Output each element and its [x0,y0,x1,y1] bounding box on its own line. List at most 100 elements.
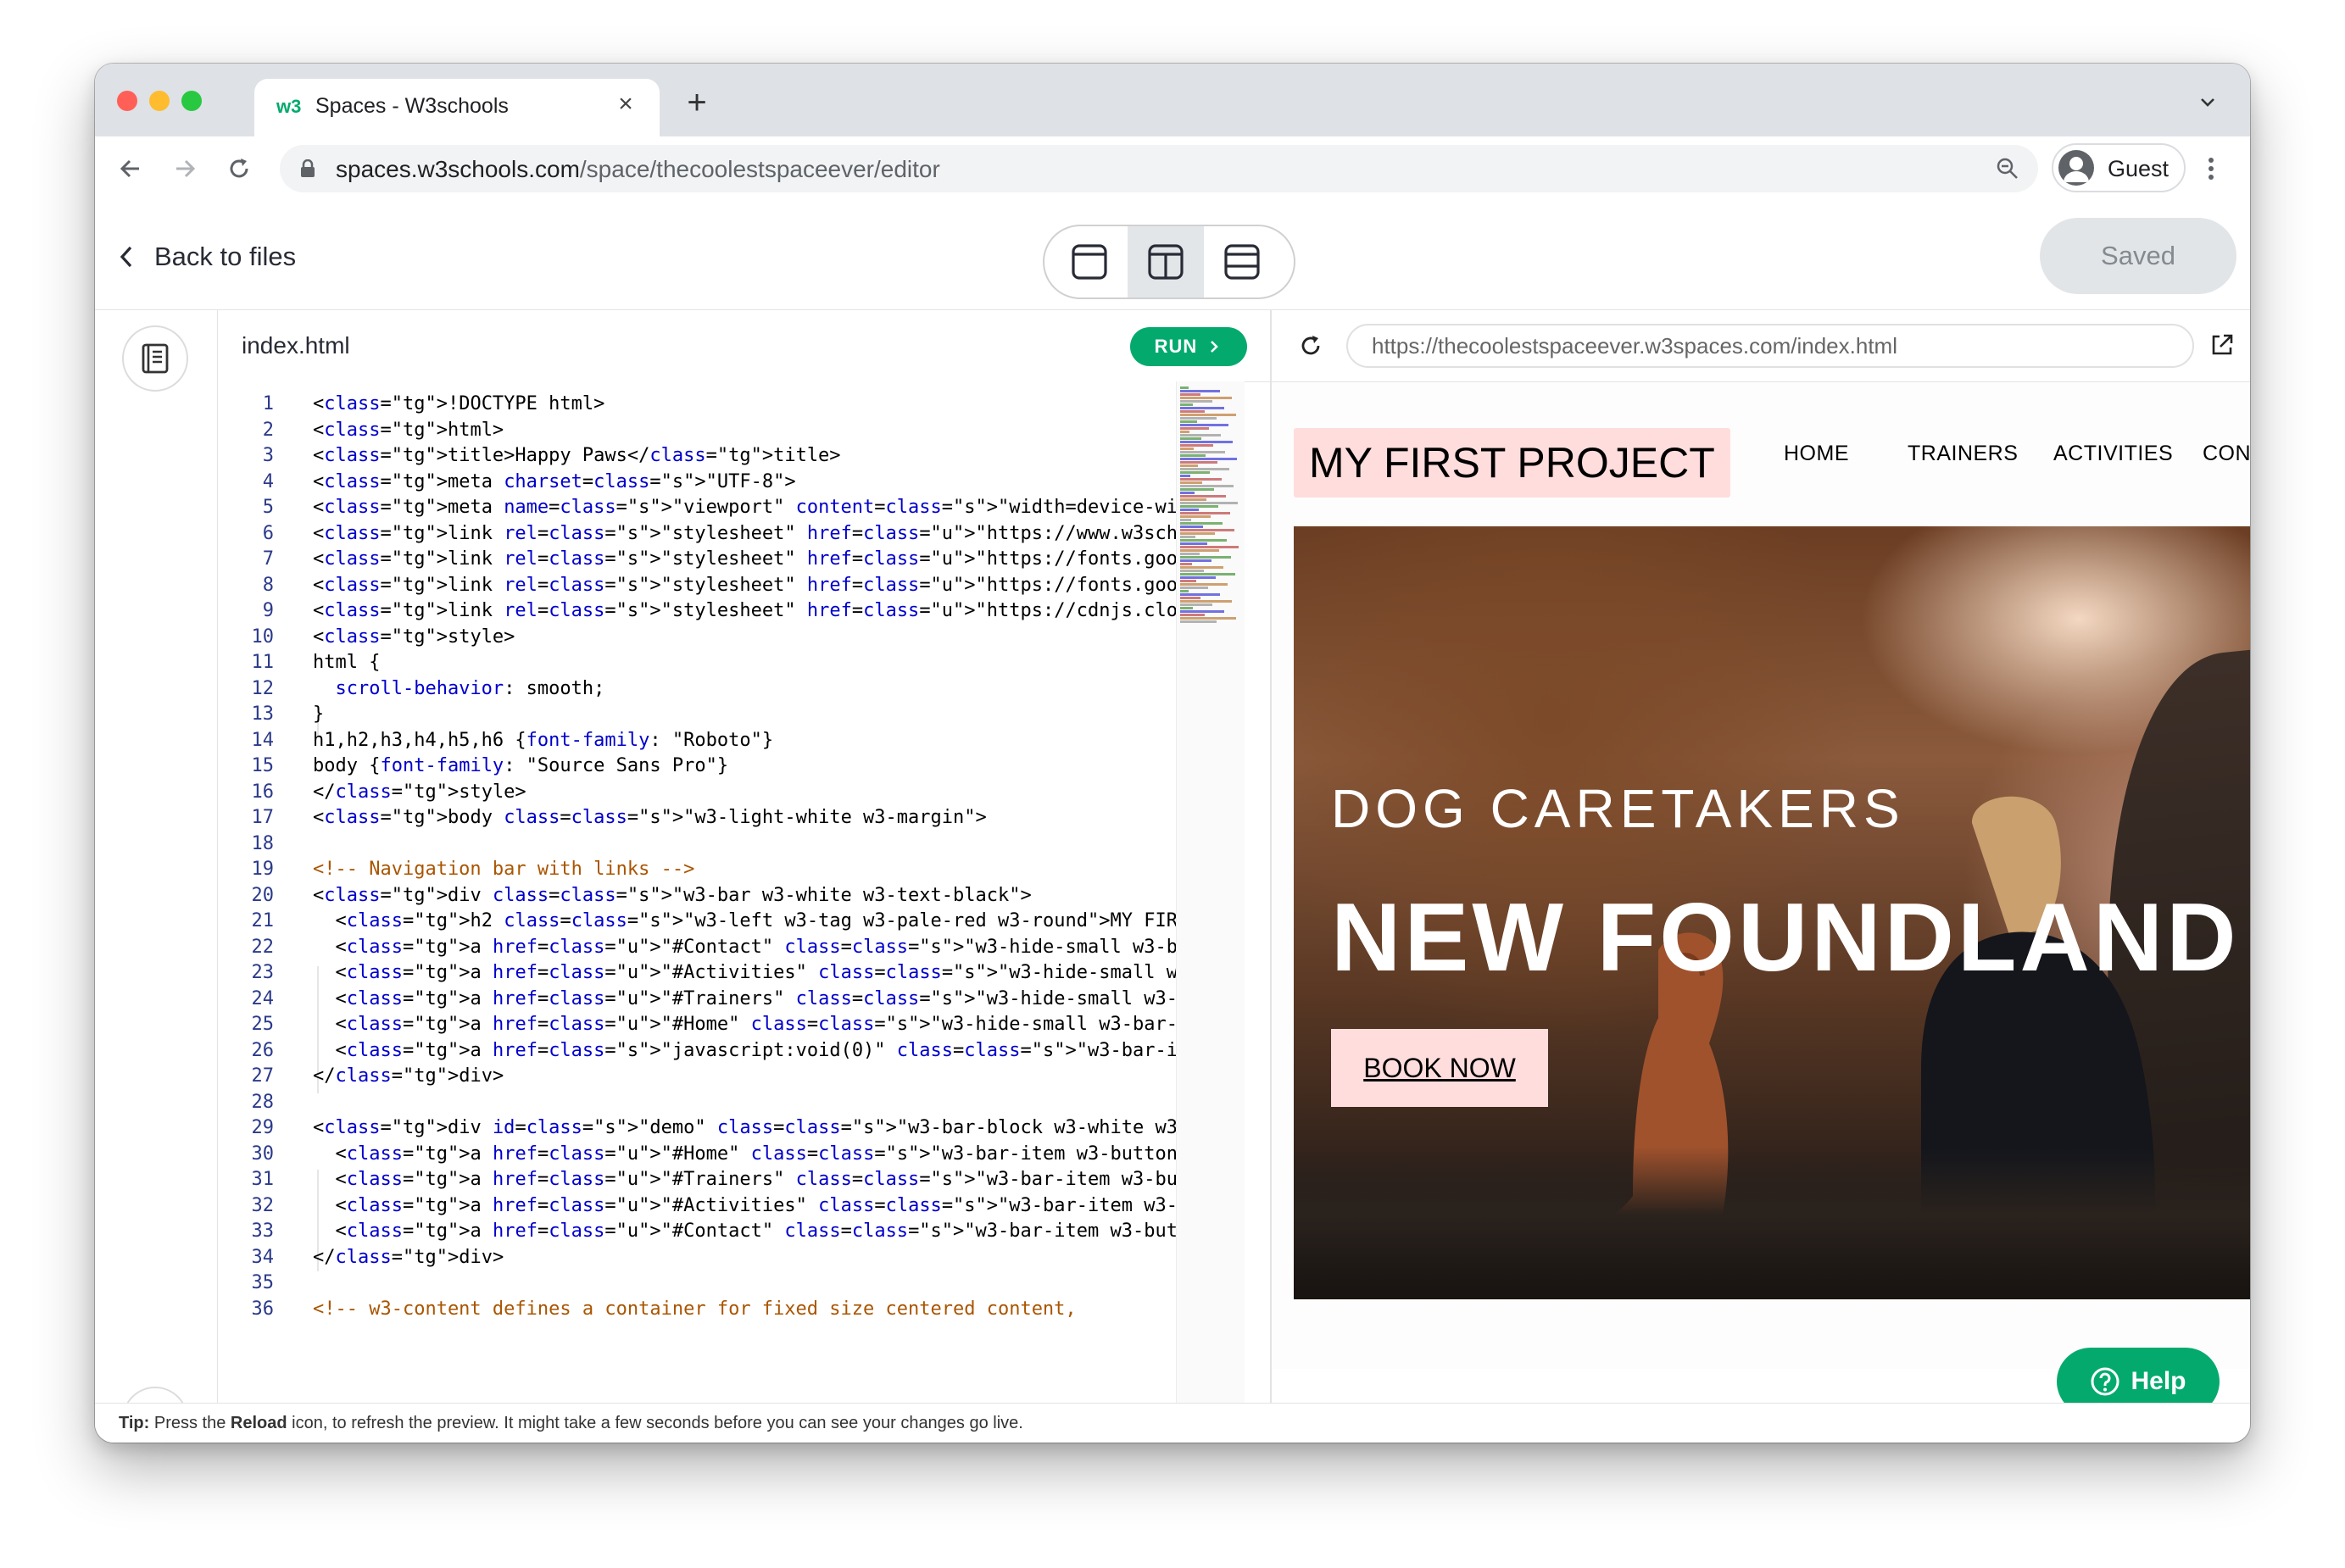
left-rail [95,310,218,1443]
minimap-line [1180,512,1230,514]
help-label: Help [2131,1367,2186,1395]
tab-title: Spaces - W3schools [315,94,509,118]
code-line: <class="tg">meta charset=class="s">"UTF-… [313,470,796,492]
line-number: 2 [262,419,274,441]
minimap-line [1180,468,1229,470]
minimap-line [1180,556,1231,559]
run-button[interactable]: RUN [1130,327,1247,366]
minimap-line [1180,583,1228,586]
hero-image: DOG CARETAKERS NEW FOUNDLAND BOOK NOW [1294,526,2250,1299]
code-editor[interactable]: 1 <class="tg">!DOCTYPE html> 2 <class="tg">… [218,381,1176,1409]
code-line: <class="tg">div id=class="s">"demo" clas… [313,1117,1176,1138]
layout-single-button[interactable] [1051,226,1128,297]
code-line: <class="tg">a href=class="u">"#Home" cla… [313,1014,1176,1035]
tip-prefix: Tip: [119,1414,150,1432]
minimap-line [1180,515,1211,518]
reload-icon[interactable] [1297,332,1324,359]
code-line: <!-- w3-content defines a container for … [313,1298,1077,1320]
site-brand-tag: MY FIRST PROJECT [1294,428,1730,498]
minimap-line [1180,424,1228,426]
minimap-line [1180,403,1193,406]
minimap-line [1180,559,1211,562]
layout-single-icon [1072,244,1107,280]
line-number: 10 [251,626,275,648]
minimap-line [1180,603,1212,606]
book-now-button[interactable]: BOOK NOW [1331,1029,1548,1107]
w3schools-favicon-icon: w3 [276,96,302,117]
browser-tab[interactable]: w3 Spaces - W3schools × [254,79,660,136]
minimap-line [1180,492,1195,494]
tip-text-1: Press the [149,1414,231,1432]
open-external-icon[interactable] [2209,332,2235,358]
minimize-window-button[interactable] [149,91,170,111]
code-minimap[interactable] [1176,381,1245,1409]
line-number: 26 [251,1039,275,1061]
code-line: <class="tg">a href=class="u">"#Home" cla… [313,1143,1176,1165]
preview-url-field[interactable]: https://thecoolestspaceever.w3spaces.com… [1346,324,2194,368]
back-to-files-link[interactable]: Back to files [117,240,296,274]
url-host: spaces.w3schools.com [336,156,580,182]
code-line: <class="tg">a href=class="u">"#Trainers"… [313,987,1176,1009]
line-number: 6 [262,522,274,544]
minimap-line [1180,410,1205,413]
minimap-line [1180,488,1214,491]
code-pane: index.html RUN 1 <class="tg">!DOCTYPE htm… [218,310,1272,1409]
code-line: <class="tg">link rel=class="s">"styleshe… [313,600,1176,621]
minimap-line [1180,614,1205,616]
site-nav-home[interactable]: HOME [1784,442,1849,466]
minimap-line [1180,498,1206,501]
files-button[interactable] [122,325,188,392]
minimap-line [1180,431,1189,433]
minimap-line [1180,546,1239,548]
reload-page-icon[interactable] [224,153,254,184]
hero-subtitle: DOG CARETAKERS [1331,778,1905,839]
line-number: 25 [251,1014,275,1035]
browser-menu-icon[interactable] [2204,153,2218,184]
line-number: 29 [251,1117,275,1138]
code-line: </class="tg">div> [313,1065,504,1087]
minimap-line [1180,573,1235,575]
line-number: 15 [251,755,275,776]
tab-close-icon[interactable]: × [610,89,641,120]
site-nav-activities[interactable]: ACTIVITIES [2053,442,2173,466]
layout-split-icon [1148,244,1184,280]
minimap-line [1180,451,1225,453]
minimap-line [1180,509,1199,511]
site-nav-trainers[interactable]: TRAINERS [1908,442,2018,466]
code-line: <class="tg">!DOCTYPE html> [313,393,605,414]
minimap-line [1180,441,1233,443]
minimap-line [1180,587,1208,589]
profile-button[interactable]: Guest [2052,143,2186,192]
preview-pane: https://thecoolestspaceever.w3spaces.com… [1272,310,2250,1409]
new-tab-button[interactable]: + [680,86,714,120]
file-name: index.html [242,332,350,359]
minimap-line [1180,580,1196,582]
zoom-icon[interactable] [1996,157,2019,181]
minimap-line [1180,454,1206,457]
minimap-line [1180,397,1232,399]
saved-button[interactable]: Saved [2040,218,2236,294]
tab-search-chevron-icon[interactable] [2196,91,2220,114]
line-number: 36 [251,1298,275,1320]
tip-bar: Tip: Press the Reload icon, to refresh t… [95,1403,2250,1443]
site-nav-contact[interactable]: CONTACT [2203,442,2250,466]
lock-icon [301,159,315,177]
code-line: <class="tg">div class=class="s">"w3-bar … [313,884,1032,906]
code-line: body {font-family: "Source Sans Pro"} [313,755,729,776]
line-number: 1 [262,393,274,414]
address-bar[interactable]: spaces.w3schools.com/space/thecoolestspa… [280,145,2038,192]
back-arrow-icon[interactable] [115,153,146,184]
line-number: 12 [251,677,275,699]
close-window-button[interactable] [117,91,137,111]
minimap-line [1180,417,1217,420]
line-number: 8 [262,574,274,596]
line-number: 22 [251,936,275,958]
line-number: 21 [251,910,275,931]
line-number: 27 [251,1065,275,1087]
minimap-line [1180,532,1215,535]
layout-split-button[interactable] [1128,226,1204,297]
layout-stacked-button[interactable] [1204,226,1280,297]
forward-arrow-icon[interactable] [170,153,200,184]
maximize-window-button[interactable] [181,91,202,111]
line-number: 11 [251,652,275,673]
